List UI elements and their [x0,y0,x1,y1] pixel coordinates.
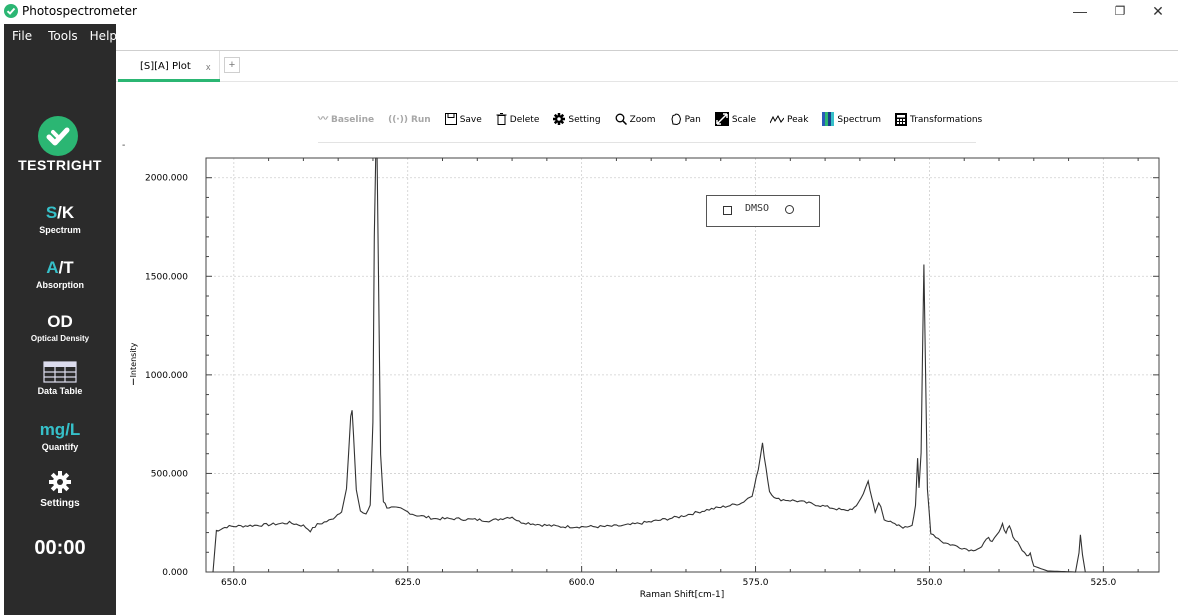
peak-icon [769,114,785,126]
menu-file[interactable]: File [12,29,32,43]
legend-entry-dmso: DMSO [745,203,770,214]
baseline-label: Baseline [331,115,375,125]
close-button[interactable]: ✕ [1138,0,1178,22]
title-bar: Photospectrometer — ❐ ✕ [0,0,1178,24]
sidebar-item-quantify[interactable]: mg/L Quantify [4,420,116,452]
optical-density-abbr: OD [47,312,73,331]
y-tick-label: 1000.000 [145,371,188,381]
delete-label: Delete [509,115,540,125]
data-table-icon [4,360,116,384]
sidebar-item-spectrum[interactable]: S/K Spectrum [4,203,116,235]
brand-name: TESTRIGHT [18,157,102,173]
delete-button[interactable]: Delete [496,113,540,127]
spectrum-rest: /K [57,203,75,222]
setting-label: Setting [568,115,601,125]
x-tick-label: 600.0 [569,578,595,588]
tab-label: [S][A] Plot [140,61,191,72]
sidebar-item-label: Data Table [37,386,83,396]
settings-gear-icon [4,470,116,496]
x-tick-label: 575.0 [743,578,769,588]
setting-button[interactable]: Setting [553,113,601,127]
sidebar-item-label: Spectrum [39,225,81,235]
y-axis-cursor-marker: I [132,378,135,388]
minimize-button[interactable]: — [1060,0,1100,22]
x-tick-label: 550.0 [917,578,943,588]
absorption-accent: A [46,258,59,277]
scale-button[interactable]: Scale [714,112,757,128]
gear-icon [553,113,566,127]
toolbar-divider [318,142,976,143]
peak-label: Peak [787,115,809,125]
transformations-button[interactable]: Transformations [895,112,983,128]
chart-ticks [206,157,1159,573]
spectrum-chart[interactable]: 650.0 625.0 600.0 575.0 550.0 525.0 0.000 500.0… [116,150,1178,608]
save-label: Save [459,115,482,125]
legend-marker-circle [785,205,794,214]
sidebar-item-optical-density[interactable]: OD Optical Density [4,312,116,343]
x-tick-label: 625.0 [395,578,421,588]
sidebar-item-data-table[interactable]: Data Table [4,360,116,396]
y-tick-label: 500.000 [151,469,188,479]
x-axis-label: Raman Shift[cm-1] [640,590,725,600]
hand-icon [670,113,682,127]
absorption-rest: /T [58,258,74,277]
tab-bar: [S][A] Plot x + [116,50,1178,82]
tab-close-icon[interactable]: x [206,62,211,72]
y-tick-label: 0.000 [162,568,188,578]
baseline-button[interactable]: 〰 Baseline [318,114,374,126]
quantify-unit: mg/L [39,420,81,439]
tab-plot[interactable]: [S][A] Plot x [118,51,220,82]
x-tick-label: 525.0 [1090,578,1116,588]
baseline-icon: 〰 [318,114,328,125]
restore-button[interactable]: ❐ [1100,0,1140,22]
transformations-label: Transformations [910,115,983,125]
series-line-dmso [212,157,1159,573]
x-tick-label: 650.0 [221,578,247,588]
spectrum-button[interactable]: Spectrum [822,112,881,128]
chart-grid [206,158,1159,573]
trash-icon [496,113,507,127]
app-window: Photospectrometer — ❐ ✕ File Tools Help … [0,0,1178,615]
y-tick-label: 1500.000 [145,272,188,282]
run-label: Run [410,115,431,125]
sidebar-item-label: Quantify [41,442,79,452]
plot-toolbar: 〰 Baseline ((·)) Run Save Delete Setting [318,106,982,134]
scale-label: Scale [731,115,757,125]
spectrum-label: Spectrum [837,115,882,125]
pan-button[interactable]: Pan [670,113,701,127]
zoom-label: Zoom [629,115,656,125]
sidebar-item-label: Settings [40,498,80,509]
spectrum-icon [822,112,835,128]
plot-area-frame [205,157,1160,573]
tab-active-indicator [118,79,220,82]
menu-bar: File Tools Help [4,24,117,48]
pan-label: Pan [684,115,701,125]
sidebar-item-label: Optical Density [30,334,90,343]
zoom-button[interactable]: Zoom [615,113,656,127]
sidebar-item-settings[interactable]: Settings [4,470,116,509]
sidebar-item-label: Absorption [36,280,84,290]
calculator-icon [895,112,908,128]
chart-tick-labels: 650.0 625.0 600.0 575.0 550.0 525.0 0.000 500.0… [145,174,1116,588]
menu-help[interactable]: Help [90,29,117,43]
sidebar-item-absorption[interactable]: A/T Absorption [4,258,116,290]
save-button[interactable]: Save [444,113,482,127]
menu-tools[interactable]: Tools [48,29,78,43]
y-tick-label: 2000.000 [145,174,188,184]
elapsed-timer: 00:00 [34,537,86,559]
save-icon [444,113,457,127]
window-title: Photospectrometer [22,4,137,18]
broadcast-icon: ((·)) [388,115,408,125]
scale-arrows-icon [714,112,729,128]
legend-checkbox[interactable] [723,206,732,215]
magnifier-icon [615,113,627,127]
spectrum-accent: S [45,203,58,222]
add-tab-button[interactable]: + [224,57,240,73]
y-axis-label: Intensity [129,342,138,377]
peak-button[interactable]: Peak [769,114,809,126]
testright-logo-icon [38,116,78,156]
run-button[interactable]: ((·)) Run [388,114,431,126]
app-logo-icon [4,4,18,18]
chart-legend[interactable]: DMSO [706,195,820,227]
